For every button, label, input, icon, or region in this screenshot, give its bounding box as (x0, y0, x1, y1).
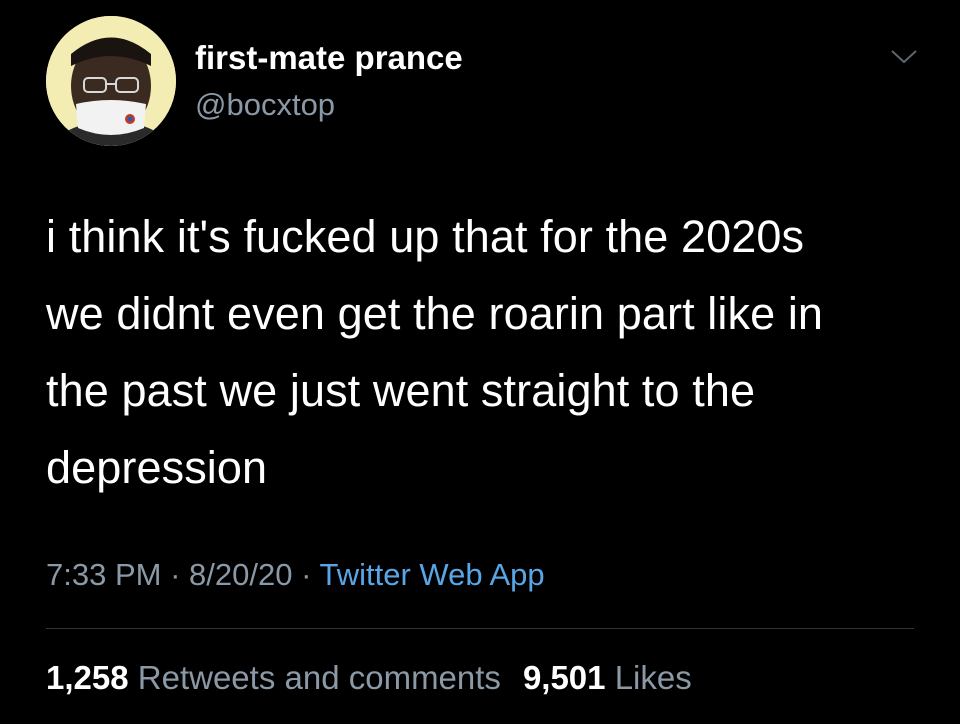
tweet-text-line: depression (46, 442, 268, 493)
author-handle[interactable]: @bocxtop (195, 86, 335, 124)
author-display-name[interactable]: first-mate prance (195, 38, 463, 78)
retweets-label: Retweets and comments (137, 659, 501, 696)
tweet-stats: 1,258 Retweets and comments 9,501 Likes (46, 657, 692, 699)
chevron-down-icon (891, 50, 917, 64)
likes-count: 9,501 (522, 659, 606, 696)
likes-stat[interactable]: 9,501 Likes (523, 659, 692, 696)
tweet-text-line: i think it's fucked up that for the 2020… (46, 211, 805, 262)
retweets-count: 1,258 (46, 659, 129, 696)
retweets-stat[interactable]: 1,258 Retweets and comments (46, 659, 501, 696)
tweet-card: first-mate prance @bocxtop i think it's … (0, 0, 960, 724)
tweet-date[interactable]: 8/20/20 (189, 557, 292, 592)
tweet-text-line: the past we just went straight to the (46, 365, 756, 416)
divider (46, 628, 914, 629)
tweet-text-line: we didnt even get the roarin part like i… (46, 288, 824, 339)
tweet-time[interactable]: 7:33 PM (46, 557, 161, 592)
likes-label: Likes (614, 659, 692, 696)
more-options-button[interactable] (884, 42, 924, 72)
tweet-meta: 7:33 PM · 8/20/20 · Twitter Web App (46, 555, 545, 595)
meta-separator: · (301, 557, 312, 592)
tweet-text: i think it's fucked up that for the 2020… (46, 198, 926, 506)
avatar[interactable] (46, 16, 176, 146)
tweet-source-link[interactable]: Twitter Web App (319, 557, 544, 592)
meta-separator: · (170, 557, 181, 592)
avatar-image (46, 16, 176, 146)
